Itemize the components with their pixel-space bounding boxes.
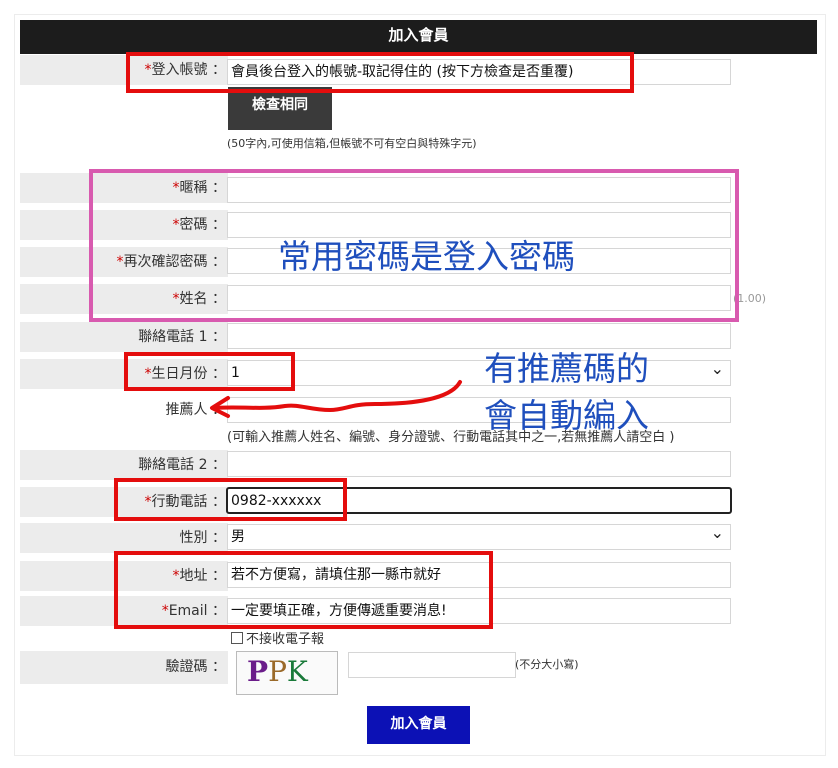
- arrow-annotation-icon: [210, 380, 462, 418]
- captcha-hint: (不分大小寫): [515, 658, 579, 671]
- phone1-input[interactable]: [227, 323, 731, 349]
- highlight-mobile: [114, 478, 347, 521]
- gender-label: 性別 ：: [20, 523, 228, 553]
- highlight-address-email: [114, 551, 493, 629]
- highlight-login-account: [126, 52, 634, 93]
- form-title: 加入會員: [20, 20, 817, 54]
- captcha-image: PPK: [236, 651, 338, 695]
- check-duplicate-button[interactable]: 檢查相同: [228, 87, 332, 130]
- checkbox-icon[interactable]: [231, 632, 243, 644]
- gender-select[interactable]: 男: [227, 521, 731, 550]
- no-newsletter-checkbox[interactable]: 不接收電子報: [231, 628, 324, 647]
- account-hint: (50字內,可使用信箱,但帳號不可有空白與特殊字元): [227, 137, 477, 150]
- phone1-label: 聯絡電話 1 ：: [20, 322, 228, 352]
- submit-join-button[interactable]: 加入會員: [367, 706, 470, 744]
- captcha-input[interactable]: [348, 652, 516, 678]
- captcha-label: 驗證碼 ：: [20, 651, 228, 684]
- referrer-label: 推薦人 ：: [20, 395, 228, 425]
- referral-annotation-line1: 有推薦碼的: [484, 349, 649, 388]
- phone2-label: 聯絡電話 2 ：: [20, 450, 228, 480]
- phone2-input[interactable]: [227, 451, 731, 477]
- gender-value: 男: [231, 529, 245, 545]
- password-annotation: 常用密碼是登入密碼: [278, 237, 575, 276]
- referral-annotation-line2: 會自動編入: [484, 396, 649, 435]
